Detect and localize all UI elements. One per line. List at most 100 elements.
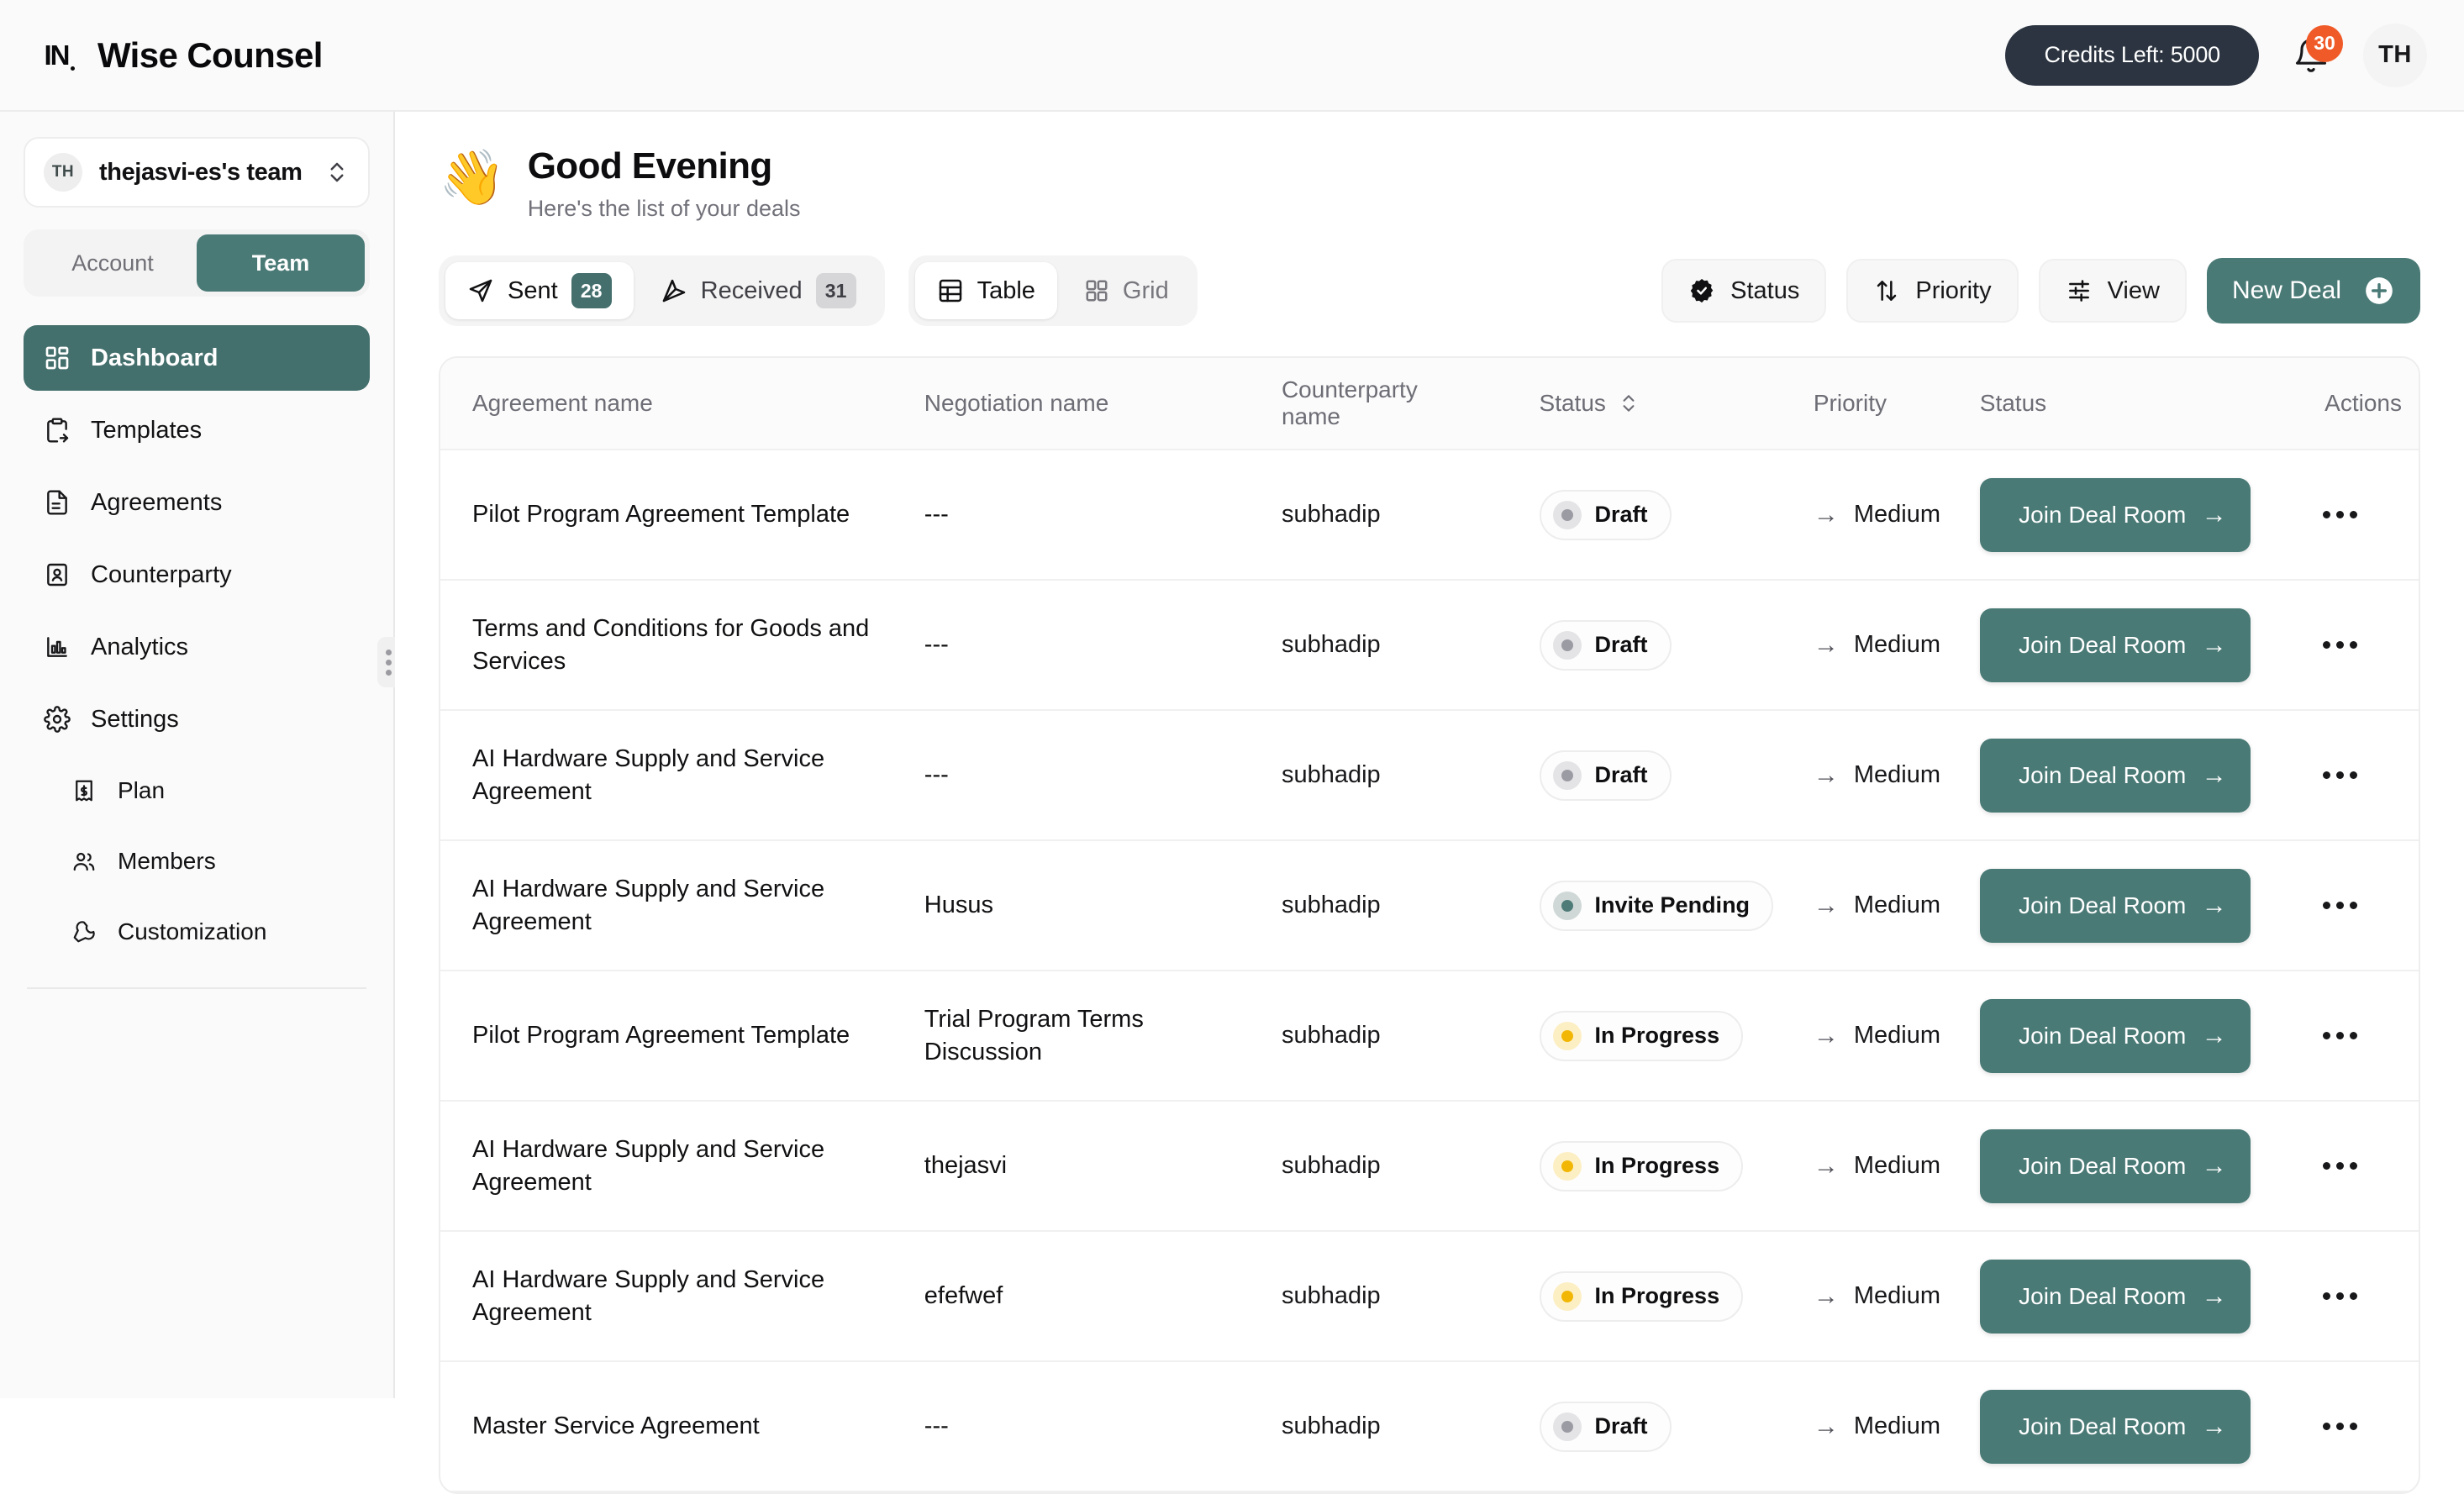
- notifications-button[interactable]: 30: [2288, 24, 2343, 79]
- status-badge: Draft: [1539, 619, 1672, 671]
- table-row[interactable]: Terms and Conditions for Goods and Servi…: [440, 581, 2419, 711]
- cell-counterparty-name: subhadip: [1281, 761, 1381, 788]
- row-actions-menu[interactable]: [2269, 771, 2419, 779]
- join-deal-room-button[interactable]: Join Deal Room →: [1979, 477, 2251, 552]
- join-deal-room-button[interactable]: Join Deal Room →: [1979, 1259, 2251, 1334]
- cell-status-badge: Draft: [1529, 619, 1803, 671]
- brand[interactable]: IN Wise Counsel: [0, 35, 324, 76]
- row-actions-menu[interactable]: [2269, 1292, 2419, 1300]
- document-icon: [42, 487, 72, 518]
- cell-join-deal-room: Join Deal Room →: [1970, 738, 2269, 813]
- row-actions-menu[interactable]: [2269, 1423, 2419, 1430]
- join-deal-room-button[interactable]: Join Deal Room →: [1979, 1389, 2251, 1464]
- status-badge: Invite Pending: [1539, 880, 1774, 931]
- join-deal-room-button[interactable]: Join Deal Room →: [1979, 738, 2251, 813]
- join-deal-room-button[interactable]: Join Deal Room →: [1979, 608, 2251, 682]
- table-row[interactable]: Pilot Program Agreement Template --- subha…: [440, 450, 2419, 581]
- page-title: Good Evening: [527, 145, 773, 187]
- view-options-button[interactable]: View: [2038, 259, 2187, 323]
- account-team-toggle: Account Team: [24, 229, 370, 297]
- table-row[interactable]: AI Hardware Supply and Service Agreement…: [440, 1232, 2419, 1362]
- team-name: thejasvi-es's team: [99, 158, 303, 186]
- table-row[interactable]: AI Hardware Supply and Service Agreement…: [440, 841, 2419, 971]
- table-row[interactable]: AI Hardware Supply and Service Agreement…: [440, 711, 2419, 841]
- sort-chevron-icon: [1618, 392, 1640, 414]
- arrow-right-icon: →: [1813, 1021, 1839, 1049]
- tab-sent-count: 28: [571, 273, 612, 308]
- cell-join-deal-room: Join Deal Room →: [1970, 868, 2269, 943]
- column-header-negotiation-name[interactable]: Negotiation name: [914, 390, 1271, 417]
- cell-agreement-name: Terms and Conditions for Goods and Servi…: [472, 615, 870, 675]
- sidebar-item-plan[interactable]: Plan: [24, 759, 370, 823]
- column-header-counterparty-name[interactable]: Counterparty name: [1271, 376, 1529, 430]
- column-header-status-sortable[interactable]: Status: [1529, 390, 1803, 417]
- grid-icon: [42, 343, 72, 373]
- sidebar: TH thejasvi-es's team Account Team Dashb…: [0, 112, 409, 1398]
- join-deal-room-button[interactable]: Join Deal Room →: [1979, 998, 2251, 1073]
- sidebar-item-templates[interactable]: Templates: [24, 397, 370, 463]
- arrow-right-icon: →: [2201, 1281, 2227, 1310]
- sidebar-item-analytics[interactable]: Analytics: [24, 614, 370, 680]
- sidebar-item-customization[interactable]: Customization: [24, 900, 370, 964]
- toggle-option-account[interactable]: Account: [29, 234, 197, 292]
- cell-counterparty-name: subhadip: [1281, 892, 1381, 918]
- top-bar: IN Wise Counsel Credits Left: 5000 30 TH: [0, 0, 2464, 112]
- sort-arrows-icon: [1873, 277, 1900, 304]
- table-row[interactable]: Master Service Agreement --- subhadip Draft…: [440, 1362, 2419, 1492]
- cell-agreement-name: AI Hardware Supply and Service Agreement: [472, 876, 825, 935]
- table-row[interactable]: Pilot Program Agreement Template Trial Pr…: [440, 971, 2419, 1102]
- column-header-status[interactable]: Status: [1970, 390, 2269, 417]
- row-actions-menu[interactable]: [2269, 1162, 2419, 1170]
- new-deal-button[interactable]: New Deal: [2206, 258, 2420, 324]
- team-switcher[interactable]: TH thejasvi-es's team: [24, 137, 370, 208]
- status-badge: Draft: [1539, 750, 1672, 801]
- sidebar-item-settings[interactable]: Settings: [24, 687, 370, 752]
- status-dot-icon: [1552, 500, 1582, 529]
- sidebar-item-counterparty[interactable]: Counterparty: [24, 542, 370, 608]
- sidebar-item-dashboard[interactable]: Dashboard: [24, 325, 370, 391]
- sidebar-item-label: Templates: [91, 416, 203, 444]
- tab-table[interactable]: Table: [914, 262, 1057, 319]
- main-content: 👋 Good Evening Here's the list of your d…: [395, 112, 2464, 1494]
- toggle-option-team[interactable]: Team: [197, 234, 365, 292]
- sidebar-nav: Dashboard Templates Agreements Counterpa…: [24, 325, 370, 964]
- tab-grid[interactable]: Grid: [1062, 262, 1191, 319]
- join-deal-room-button[interactable]: Join Deal Room →: [1979, 1128, 2251, 1203]
- clipboard-export-icon: [42, 415, 72, 445]
- sliders-icon: [2066, 277, 2093, 304]
- sidebar-item-members[interactable]: Members: [24, 829, 370, 893]
- column-header-agreement-name[interactable]: Agreement name: [440, 390, 914, 417]
- priority-filter-button[interactable]: Priority: [1846, 259, 2019, 323]
- cell-join-deal-room: Join Deal Room →: [1970, 1389, 2269, 1464]
- credits-pill[interactable]: Credits Left: 5000: [2005, 24, 2259, 86]
- tab-received[interactable]: Received 31: [639, 262, 878, 319]
- sidebar-item-label: Analytics: [91, 633, 189, 660]
- status-filter-label: Status: [1730, 276, 1800, 304]
- sidebar-item-label: Plan: [118, 777, 166, 803]
- cell-status-badge: Invite Pending: [1529, 880, 1803, 931]
- cell-agreement-name: Master Service Agreement: [472, 1412, 760, 1440]
- avatar[interactable]: TH: [2363, 23, 2427, 87]
- status-dot-icon: [1552, 630, 1582, 660]
- join-deal-room-button[interactable]: Join Deal Room →: [1979, 868, 2251, 943]
- row-actions-menu[interactable]: [2269, 1032, 2419, 1039]
- toolbar: Sent 28 Received 31 Table Grid Status Pr…: [439, 255, 2420, 326]
- arrow-right-icon: →: [2201, 630, 2227, 659]
- row-actions-menu[interactable]: [2269, 902, 2419, 909]
- row-actions-menu[interactable]: [2269, 511, 2419, 518]
- row-actions-menu[interactable]: [2269, 641, 2419, 649]
- sidebar-item-label: Agreements: [91, 488, 223, 516]
- arrow-right-icon: →: [2201, 891, 2227, 919]
- sidebar-item-label: Counterparty: [91, 560, 232, 588]
- cell-priority: → Medium: [1813, 500, 1941, 529]
- arrow-right-icon: →: [2201, 1151, 2227, 1180]
- tab-sent[interactable]: Sent 28: [445, 262, 634, 319]
- status-filter-button[interactable]: Status: [1661, 259, 1827, 323]
- priority-filter-label: Priority: [1915, 276, 1992, 304]
- sidebar-item-label: Dashboard: [91, 344, 218, 371]
- cell-join-deal-room: Join Deal Room →: [1970, 1259, 2269, 1334]
- column-header-priority[interactable]: Priority: [1803, 390, 1970, 417]
- sidebar-item-agreements[interactable]: Agreements: [24, 470, 370, 535]
- table-row[interactable]: AI Hardware Supply and Service Agreement…: [440, 1102, 2419, 1232]
- tab-received-label: Received: [700, 276, 803, 304]
